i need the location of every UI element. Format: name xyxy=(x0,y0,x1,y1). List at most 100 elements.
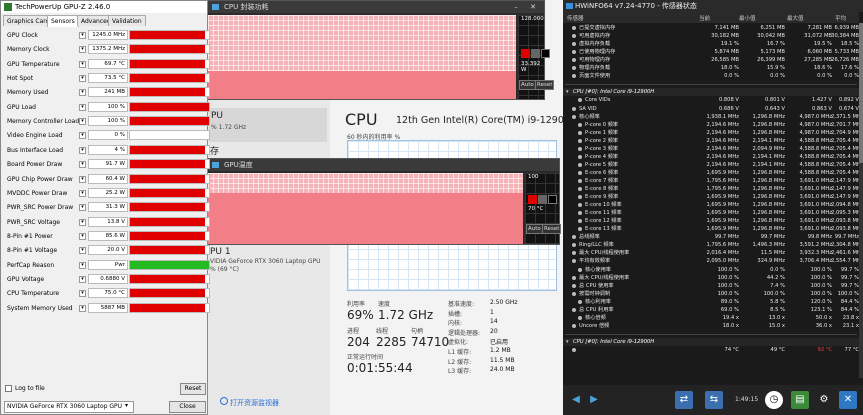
close-icon[interactable]: ✕ xyxy=(526,1,540,13)
table-row[interactable]: E-core 6 频率 1,695.9 MHz 1,296.8 MHz 4,588.8… xyxy=(563,169,863,177)
column-header-current[interactable]: 当前 xyxy=(699,14,710,22)
sensor-menu-dropdown[interactable]: ▾ xyxy=(79,175,86,183)
reset-button[interactable]: Reset xyxy=(180,383,206,395)
color-swatch-grey[interactable] xyxy=(538,195,547,204)
tab-validation[interactable]: Validation xyxy=(108,15,146,26)
color-swatch-black[interactable] xyxy=(548,195,557,204)
gpu-select[interactable]: NVIDIA GeForce RTX 3060 Laptop GPU xyxy=(4,401,134,413)
hwinfo-titlebar[interactable]: HWiNFO64 v7.24-4770 - 传感器状态 xyxy=(563,0,863,12)
sensor-group-header[interactable]: ▾ CPU [#0]: Intel Core i9-12900H xyxy=(563,88,859,97)
gpuz-titlebar[interactable]: TechPowerUp GPU-Z 2.46.0 xyxy=(1,1,207,13)
sensor-menu-dropdown[interactable]: ▾ xyxy=(79,32,86,39)
table-row[interactable]: E-core 9 频率 1,695.9 MHz 1,296.8 MHz 3,691.0… xyxy=(563,193,863,201)
column-header-sensor[interactable]: 传感器 xyxy=(567,14,584,22)
sensor-menu-dropdown[interactable]: ▾ xyxy=(79,146,86,154)
sensor-menu-dropdown[interactable]: ▾ xyxy=(79,275,86,283)
network-config-icon[interactable]: ⇆ xyxy=(705,391,723,409)
sensor-menu-dropdown[interactable]: ▾ xyxy=(79,232,86,240)
gpu-temp-graph-titlebar[interactable]: GPU温度 xyxy=(208,159,559,171)
table-row[interactable]: E-core 13 频率 1,695.9 MHz 1,296.8 MHz 3,691.… xyxy=(563,225,863,233)
table-row[interactable]: P-core 2 频率 2,194.6 MHz 2,194.1 MHz 4,588.8… xyxy=(563,137,863,145)
log-to-file-checkbox[interactable] xyxy=(5,385,12,392)
table-row[interactable]: 可用物理内存 26,585 MB 26,399 MB 27,285 MB 26,726 … xyxy=(563,56,859,64)
table-row[interactable]: 74 °C 49 °C 92 °C 77 °C xyxy=(563,346,859,354)
table-row[interactable]: P-core 4 频率 2,194.6 MHz 2,194.1 MHz 4,588.8… xyxy=(563,153,863,161)
table-row[interactable]: 核心利用率 89.0 % 5.8 % 120.0 % 84.4 % xyxy=(563,298,859,306)
sidebar-memory-label[interactable]: 存 xyxy=(210,144,219,157)
table-row[interactable]: 按需时钟调制 100.0 % 100.0 % 100.0 % 100.0 % xyxy=(563,290,859,298)
table-row[interactable]: 总 CPU 利用率 69.0 % 8.5 % 123.1 % 84.4 % xyxy=(563,306,859,314)
table-row[interactable]: 已提交虚拟内存 7,141 MB 6,251 MB 7,281 MB 6,939 MB xyxy=(563,24,859,32)
sensor-menu-dropdown[interactable]: ▾ xyxy=(79,118,86,126)
color-swatch-red[interactable] xyxy=(528,195,537,204)
sensor-menu-dropdown[interactable]: ▾ xyxy=(79,189,86,197)
tab-sensors[interactable]: Sensors xyxy=(47,15,79,27)
sensor-menu-dropdown[interactable]: ▾ xyxy=(79,132,86,140)
color-swatch-red[interactable] xyxy=(521,49,530,58)
column-header-max[interactable]: 最大值 xyxy=(787,14,804,22)
table-row[interactable]: 可用虚拟内存 30,182 MB 30,042 MB 31,072 MB 30,384 … xyxy=(563,32,859,40)
tab-graphics-card[interactable]: Graphics Card xyxy=(3,15,54,26)
sensor-menu-dropdown[interactable]: ▾ xyxy=(79,46,86,54)
table-row[interactable]: E-core 8 频率 1,795.6 MHz 1,296.8 MHz 3,691.0… xyxy=(563,185,863,193)
table-row[interactable]: Core VIDs 0.808 V 0.801 V 1.427 V 0.892 V xyxy=(563,96,859,104)
table-row[interactable]: 总 CPU 使用率 100.0 % 7.4 % 100.0 % 99.7 % xyxy=(563,282,859,290)
table-row[interactable]: P-core 3 频率 2,194.6 MHz 2,094.9 MHz 4,588.8… xyxy=(563,145,863,153)
table-row[interactable]: 核心频率 1,938.1 MHz 1,296.8 MHz 4,987.0 MHz 2,3… xyxy=(563,113,863,121)
minimize-icon[interactable]: – xyxy=(509,1,523,13)
sidebar-item-gpu[interactable]: PU 1 VIDIA GeForce RTX 3060 Laptop GPU %… xyxy=(209,246,339,276)
gear-icon[interactable]: ⚙ xyxy=(815,391,833,409)
sensor-menu-dropdown[interactable]: ▾ xyxy=(79,261,86,269)
arrow-left-icon[interactable]: ◀ xyxy=(567,391,585,409)
column-header-min[interactable]: 最小值 xyxy=(739,14,756,22)
table-row[interactable]: E-core 10 频率 1,695.9 MHz 1,296.8 MHz 3,691.… xyxy=(563,201,863,209)
sensor-menu-dropdown[interactable]: ▾ xyxy=(79,103,86,111)
sensor-menu-dropdown[interactable]: ▾ xyxy=(79,247,86,255)
cpu-power-graph-titlebar[interactable]: CPU 封装功耗 xyxy=(208,1,544,13)
table-row[interactable]: Uncore 倍频 18.0 x 15.0 x 36.0 x 23.1 x xyxy=(563,322,859,330)
table-row[interactable]: 最大 CPU/线程使用率 2,016.4 MHz 11.5 MHz 3,932.3 M… xyxy=(563,249,863,257)
table-row[interactable]: P-core 1 频率 2,194.6 MHz 1,296.8 MHz 4,987.0… xyxy=(563,129,863,137)
table-row[interactable]: P-core 0 频率 2,194.6 MHz 1,296.8 MHz 4,987.0… xyxy=(563,121,863,129)
color-swatch-grey[interactable] xyxy=(531,49,540,58)
scrollbar-thumb[interactable] xyxy=(859,23,863,163)
sensor-menu-dropdown[interactable]: ▾ xyxy=(79,304,86,312)
sensor-menu-dropdown[interactable]: ▾ xyxy=(79,204,86,212)
table-row[interactable]: E-core 7 频率 1,795.6 MHz 1,296.8 MHz 3,691.0… xyxy=(563,177,863,185)
table-row[interactable]: SA VID 0.686 V 0.643 V 0.863 V 0.674 V xyxy=(563,105,859,113)
report-icon[interactable]: ▤ xyxy=(791,391,809,409)
close-button[interactable]: Close xyxy=(169,401,206,413)
column-header-avg[interactable]: 平均 xyxy=(835,14,846,22)
reset-graph-button[interactable]: Reset xyxy=(535,80,555,90)
table-row[interactable]: 核心倍频 19.4 x 13.0 x 50.0 x 23.8 x xyxy=(563,314,859,322)
sensor-menu-dropdown[interactable]: ▾ xyxy=(79,89,86,97)
table-row[interactable]: 总线频率 99.7 MHz 99.7 MHz 99.8 MHz 99.7 MHz xyxy=(563,233,859,241)
sensor-menu-dropdown[interactable]: ▾ xyxy=(79,161,86,169)
table-row[interactable]: 物理内存负载 18.0 % 15.9 % 18.6 % 17.6 % xyxy=(563,64,859,72)
color-swatch-black[interactable] xyxy=(541,49,550,58)
table-row[interactable]: E-core 11 频率 1,695.9 MHz 1,296.8 MHz 3,691.… xyxy=(563,209,863,217)
table-row[interactable]: 虚拟内存负载 19.1 % 16.7 % 19.5 % 18.5 % xyxy=(563,40,859,48)
table-row[interactable]: E-core 12 频率 1,695.9 MHz 1,296.8 MHz 3,691.… xyxy=(563,217,863,225)
arrow-right-icon[interactable]: ▶ xyxy=(585,391,603,409)
sensor-group-header[interactable]: ▾ CPU [#0]: Intel Core i9-12900H xyxy=(563,337,859,347)
reset-graph-button[interactable]: Reset xyxy=(542,224,562,234)
table-row[interactable]: P-core 5 频率 2,194.6 MHz 2,194.1 MHz 4,588.8… xyxy=(563,161,863,169)
close-icon[interactable]: ✕ xyxy=(839,391,857,409)
chevron-down-icon[interactable]: ▾ xyxy=(566,338,569,346)
chevron-down-icon[interactable]: ▾ xyxy=(125,402,128,409)
resource-monitor-link[interactable]: 打开资源监视器 xyxy=(230,398,279,408)
table-row[interactable]: Ring/LLC 频率 1,795.6 MHz 1,496.3 MHz 3,591.2… xyxy=(563,241,863,249)
sensor-menu-dropdown[interactable]: ▾ xyxy=(79,60,86,68)
table-row[interactable]: 平均有效频率 2,095.0 MHz 324.9 MHz 3,706.4 MHz 2,5… xyxy=(563,257,863,265)
clock-icon[interactable]: ◷ xyxy=(765,391,783,409)
network-icon[interactable]: ⇄ xyxy=(675,391,693,409)
table-row[interactable]: 核心使用率 100.0 % 0.0 % 100.0 % 99.7 % xyxy=(563,266,859,274)
table-row[interactable]: 已使用物理内存 5,874 MB 5,173 MB 6,060 MB 5,733 MB xyxy=(563,48,859,56)
chevron-down-icon[interactable]: ▾ xyxy=(566,88,569,96)
sensor-menu-dropdown[interactable]: ▾ xyxy=(79,218,86,226)
sensor-menu-dropdown[interactable]: ▾ xyxy=(79,75,86,83)
table-row[interactable]: 最大 CPU/线程使用率 100.0 % 44.2 % 100.0 % 99.7 % xyxy=(563,274,859,282)
sidebar-item-cpu[interactable]: PU % 1.72 GHz xyxy=(209,108,327,142)
table-row[interactable]: 页面文件使用 0.0 % 0.0 % 0.0 % 0.0 % xyxy=(563,72,859,80)
